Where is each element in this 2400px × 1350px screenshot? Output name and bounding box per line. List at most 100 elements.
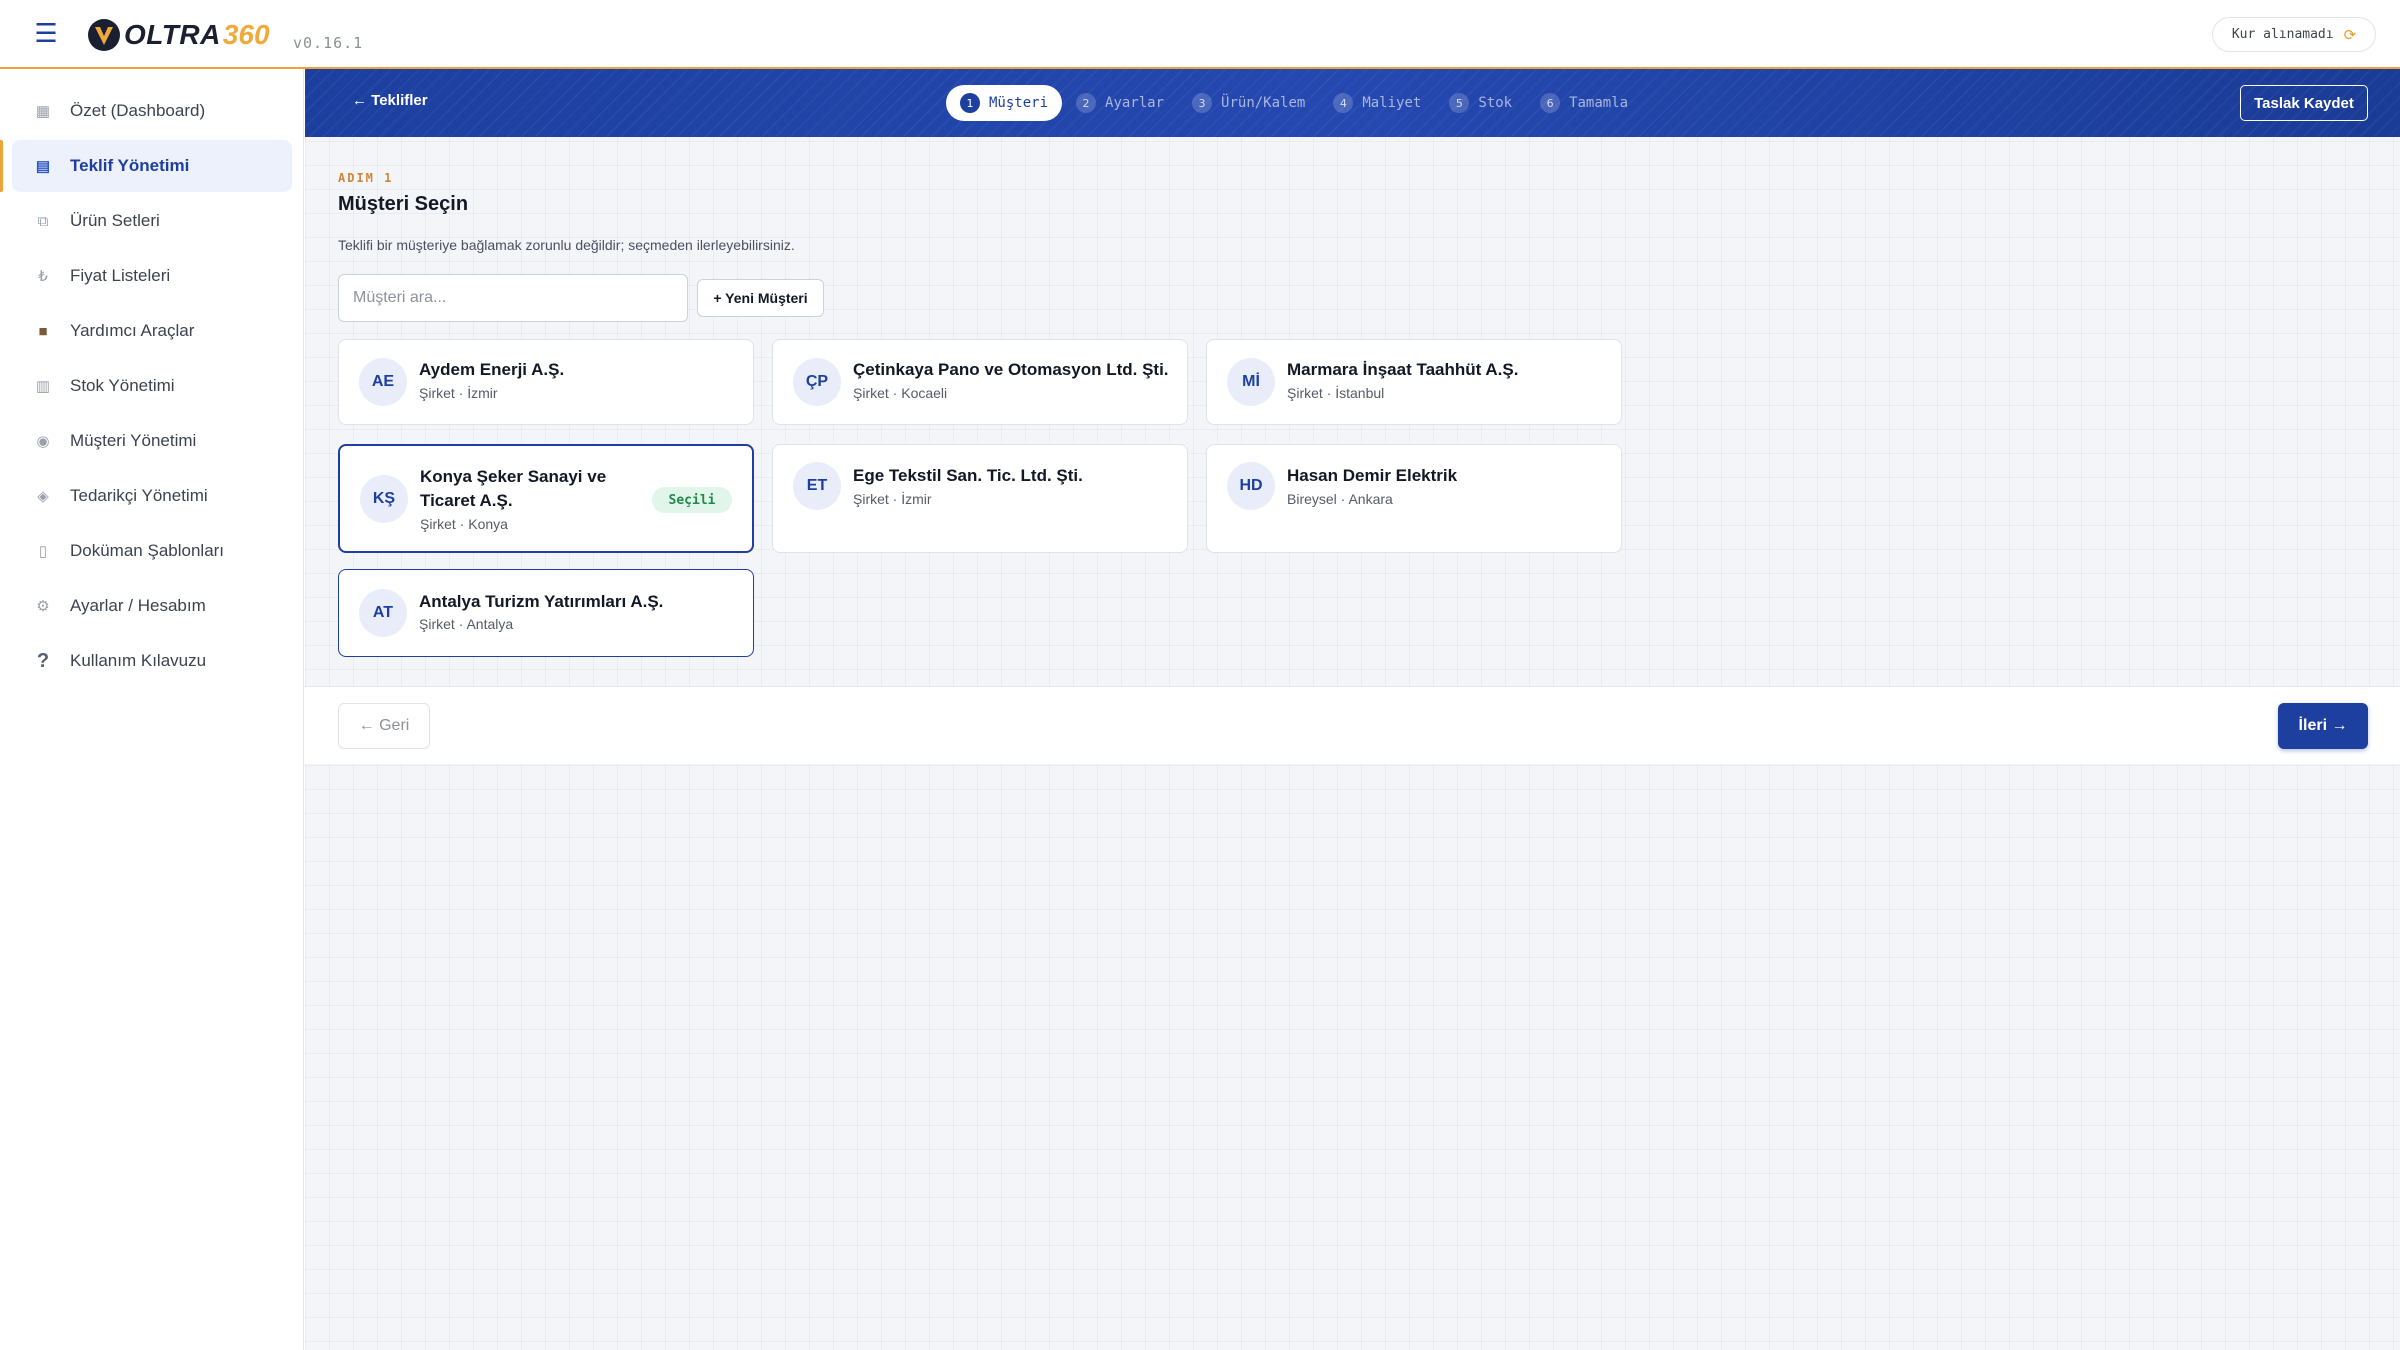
sidebar-item-label: Stok Yönetimi xyxy=(70,376,175,395)
customer-name: Çetinkaya Pano ve Otomasyon Ltd. Şti. xyxy=(853,360,1169,379)
page-title: Müşteri Seçin xyxy=(338,193,469,215)
sidebar-item-customers[interactable]: ◉ Müşteri Yönetimi xyxy=(12,415,292,467)
step-number: 1 xyxy=(960,93,980,113)
avatar: KŞ xyxy=(360,475,408,523)
back-to-quotes-link[interactable]: ← Teklifler xyxy=(352,92,428,109)
exchange-rate-status[interactable]: Kur alınamadı ⟳ xyxy=(2212,17,2376,52)
refresh-icon[interactable]: ⟳ xyxy=(2344,26,2357,44)
step-number: 2 xyxy=(1076,93,1097,113)
step-label: Ürün/Kalem xyxy=(1221,95,1306,111)
customer-name: Marmara İnşaat Taahhüt A.Ş. xyxy=(1287,360,1519,379)
sidebar-item-stock[interactable]: ▥ Stok Yönetimi xyxy=(12,360,292,412)
file-icon: ▯ xyxy=(38,543,48,560)
customer-card[interactable]: Mİ Marmara İnşaat Taahhüt A.Ş. Şirket · … xyxy=(1206,339,1622,425)
sidebar-item-label: Tedarikçi Yönetimi xyxy=(70,486,208,505)
avatar: AT xyxy=(359,589,407,637)
sidebar-item-label: Teklif Yönetimi xyxy=(70,156,190,175)
customer-card[interactable]: ÇP Çetinkaya Pano ve Otomasyon Ltd. Şti.… xyxy=(772,339,1188,425)
main-content: ← Teklifler 1 Müşteri 2 Ayarlar 3 Ürün/K… xyxy=(305,69,2400,1350)
step-label: Stok xyxy=(1478,95,1513,111)
customer-search-input[interactable] xyxy=(338,274,688,322)
customer-meta: Şirket · İzmir xyxy=(853,491,932,507)
sidebar-item-dashboard[interactable]: ▦ Özet (Dashboard) xyxy=(12,85,292,137)
step-number: 5 xyxy=(1449,93,1470,113)
sidebar-item-price-lists[interactable]: ₺ Fiyat Listeleri xyxy=(12,250,292,302)
step-customer[interactable]: 1 Müşteri xyxy=(946,85,1063,121)
step-label: Ayarlar xyxy=(1105,95,1165,111)
customer-name: Aydem Enerji A.Ş. xyxy=(419,360,565,379)
page-description: Teklifi bir müşteriye bağlamak zorunlu d… xyxy=(338,237,795,253)
help-icon: ? xyxy=(36,649,50,672)
avatar: ÇP xyxy=(793,358,841,406)
customer-meta: Şirket · Antalya xyxy=(419,616,514,632)
dashboard-icon: ▦ xyxy=(35,103,51,120)
lira-icon: ₺ xyxy=(38,268,48,285)
customer-meta: Şirket · İzmir xyxy=(419,385,498,401)
logo-text: OLTRA xyxy=(124,19,221,50)
new-customer-button[interactable]: + Yeni Müşteri xyxy=(697,279,824,317)
avatar: HD xyxy=(1227,462,1275,510)
step-complete[interactable]: 6 Tamamla xyxy=(1526,85,1642,121)
sidebar-item-label: Özet (Dashboard) xyxy=(70,101,206,120)
document-icon: ▤ xyxy=(35,158,51,175)
sidebar-item-label: Müşteri Yönetimi xyxy=(70,431,197,450)
stock-icon: ▥ xyxy=(35,378,51,395)
selected-badge: Seçili xyxy=(652,487,732,513)
sidebar-item-label: Ürün Setleri xyxy=(70,211,160,230)
sidebar-item-label: Ayarlar / Hesabım xyxy=(70,596,206,615)
exchange-rate-label: Kur alınamadı xyxy=(2231,27,2334,42)
customer-card-selected[interactable]: KŞ Konya Şeker Sanayi ve Ticaret A.Ş. Şi… xyxy=(338,444,754,553)
logo-mark-icon xyxy=(88,19,120,51)
customer-card[interactable]: HD Hasan Demir Elektrik Bireysel · Ankar… xyxy=(1206,444,1622,553)
customer-name: Ege Tekstil San. Tic. Ltd. Şti. xyxy=(853,466,1083,485)
customer-name: Hasan Demir Elektrik xyxy=(1287,466,1458,485)
step-number: 4 xyxy=(1333,93,1354,113)
sidebar-item-label: Kullanım Kılavuzu xyxy=(70,651,207,670)
step-products[interactable]: 3 Ürün/Kalem xyxy=(1178,85,1319,121)
step-settings[interactable]: 2 Ayarlar xyxy=(1062,85,1178,121)
top-bar: ☰ OLTRA 360 v0.16.1 Kur alınamadı ⟳ xyxy=(0,0,2400,69)
step-number: 6 xyxy=(1540,93,1561,113)
customer-name: Konya Şeker Sanayi ve Ticaret A.Ş. xyxy=(420,467,607,510)
previous-button[interactable]: ← Geri xyxy=(338,703,430,749)
layers-icon: ⧉ xyxy=(37,212,49,230)
gear-icon: ⚙ xyxy=(36,598,50,615)
sidebar-item-tools[interactable]: ■ Yardımcı Araçlar xyxy=(12,305,292,357)
toolbox-icon: ■ xyxy=(38,322,48,340)
sidebar-item-settings[interactable]: ⚙ Ayarlar / Hesabım xyxy=(12,580,292,632)
save-draft-button[interactable]: Taslak Kaydet xyxy=(2240,85,2368,121)
sidebar-item-quotes[interactable]: ▤ Teklif Yönetimi xyxy=(0,140,292,192)
step-cost[interactable]: 4 Maliyet xyxy=(1319,85,1435,121)
sidebar-item-label: Doküman Şablonları xyxy=(70,541,225,560)
step-label: Müşteri xyxy=(989,95,1049,111)
customer-meta: Şirket · Konya xyxy=(420,516,508,532)
customer-card[interactable]: AT Antalya Turizm Yatırımları A.Ş. Şirke… xyxy=(338,569,754,657)
avatar: AE xyxy=(359,358,407,406)
logo[interactable]: OLTRA 360 xyxy=(86,16,270,54)
avatar: ET xyxy=(793,462,841,510)
sidebar: ▦ Özet (Dashboard) ▤ Teklif Yönetimi ⧉ Ü… xyxy=(0,69,304,1350)
wizard-steps-bar: ← Teklifler 1 Müşteri 2 Ayarlar 3 Ürün/K… xyxy=(305,69,2400,137)
step-number: 3 xyxy=(1192,93,1213,113)
customer-card[interactable]: ET Ege Tekstil San. Tic. Ltd. Şti. Şirke… xyxy=(772,444,1188,553)
hamburger-icon[interactable]: ☰ xyxy=(33,20,59,46)
app-version: v0.16.1 xyxy=(293,34,364,52)
wizard-footer: ← Geri İleri → xyxy=(305,686,2400,764)
customer-name: Antalya Turizm Yatırımları A.Ş. xyxy=(419,592,664,611)
sidebar-item-user-guide[interactable]: ? Kullanım Kılavuzu xyxy=(12,635,292,687)
wizard-steps: 1 Müşteri 2 Ayarlar 3 Ürün/Kalem 4 Maliy… xyxy=(946,85,1642,121)
customer-meta: Şirket · İstanbul xyxy=(1287,385,1385,401)
step-label: Maliyet xyxy=(1362,95,1422,111)
sidebar-item-label: Fiyat Listeleri xyxy=(70,266,171,285)
sidebar-item-suppliers[interactable]: ◈ Tedarikçi Yönetimi xyxy=(12,470,292,522)
logo-number: 360 xyxy=(222,19,270,50)
customer-icon: ◉ xyxy=(36,433,50,450)
step-stock[interactable]: 5 Stok xyxy=(1435,85,1526,121)
next-button[interactable]: İleri → xyxy=(2278,703,2368,749)
sidebar-item-document-templates[interactable]: ▯ Doküman Şablonları xyxy=(12,525,292,577)
sidebar-item-label: Yardımcı Araçlar xyxy=(70,321,195,340)
step-label: Tamamla xyxy=(1569,95,1629,111)
sidebar-item-product-sets[interactable]: ⧉ Ürün Setleri xyxy=(12,195,292,247)
customer-card[interactable]: AE Aydem Enerji A.Ş. Şirket · İzmir xyxy=(338,339,754,425)
customer-meta: Bireysel · Ankara xyxy=(1287,491,1393,507)
